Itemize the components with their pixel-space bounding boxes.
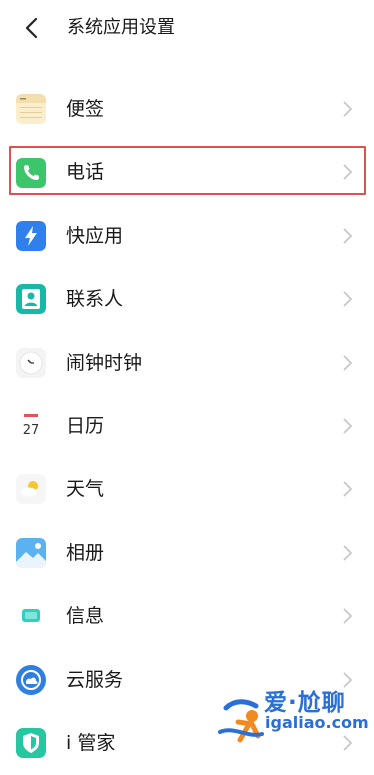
list-item-calendar[interactable]: 27 日历: [0, 395, 374, 458]
messages-icon: [16, 601, 46, 632]
list-item-clock[interactable]: 闹钟时钟: [0, 332, 374, 395]
app-settings-list: 便签 电话 快应用 联系人 闹钟时钟 27 日历 天气 相册 信息 云服务 i …: [0, 78, 374, 775]
chevron-right-icon: [343, 545, 353, 561]
notes-icon: [16, 94, 46, 124]
calendar-icon: 27: [16, 410, 46, 441]
watermark-url: igaliao.com: [265, 713, 369, 732]
calendar-day-text: 27: [23, 423, 40, 438]
top-bar: 系统应用设置: [0, 0, 374, 56]
list-item-weather[interactable]: 天气: [0, 458, 374, 521]
watermark-title: 爱·尬聊: [264, 690, 346, 716]
list-item-contacts[interactable]: 联系人: [0, 268, 374, 331]
chevron-right-icon: [343, 164, 353, 181]
list-item-label: 快应用: [66, 224, 124, 247]
highlight-frame: [9, 146, 366, 196]
list-item-label: 云服务: [66, 668, 124, 691]
list-item-label: 便签: [66, 98, 105, 120]
list-item-label: i 管家: [66, 731, 116, 754]
chevron-right-icon: [343, 291, 353, 307]
chevron-right-icon: [343, 608, 353, 624]
phone-icon: [16, 158, 46, 189]
chevron-right-icon: [343, 354, 353, 371]
chevron-right-icon: [343, 481, 353, 497]
list-item-label: 信息: [66, 605, 105, 628]
cloud-service-icon: [16, 664, 46, 695]
list-item-label: 日历: [66, 414, 105, 437]
list-item-gallery[interactable]: 相册: [0, 522, 374, 585]
clock-icon: [16, 347, 46, 378]
i-manager-icon: [16, 727, 46, 758]
weather-icon: [16, 474, 46, 505]
list-item-label: 天气: [66, 478, 105, 501]
quick-app-icon: [16, 220, 46, 251]
gallery-icon: [16, 537, 46, 568]
list-item-notes[interactable]: 便签: [0, 78, 374, 141]
list-item-phone[interactable]: 电话: [0, 141, 374, 204]
list-item-quick-app[interactable]: 快应用: [0, 205, 374, 268]
list-item-label: 联系人: [66, 288, 124, 311]
list-item-messages[interactable]: 信息: [0, 585, 374, 648]
back-arrow-icon: [25, 17, 38, 39]
list-item-label: 相册: [66, 541, 105, 564]
list-item-label: 闹钟时钟: [66, 351, 143, 374]
chevron-right-icon: [343, 418, 353, 434]
list-item-label: 电话: [66, 161, 105, 184]
contacts-icon: [16, 284, 46, 315]
chevron-right-icon: [343, 228, 353, 244]
back-button[interactable]: [18, 14, 46, 42]
chevron-right-icon: [343, 101, 353, 117]
page-title: 系统应用设置: [67, 17, 175, 38]
